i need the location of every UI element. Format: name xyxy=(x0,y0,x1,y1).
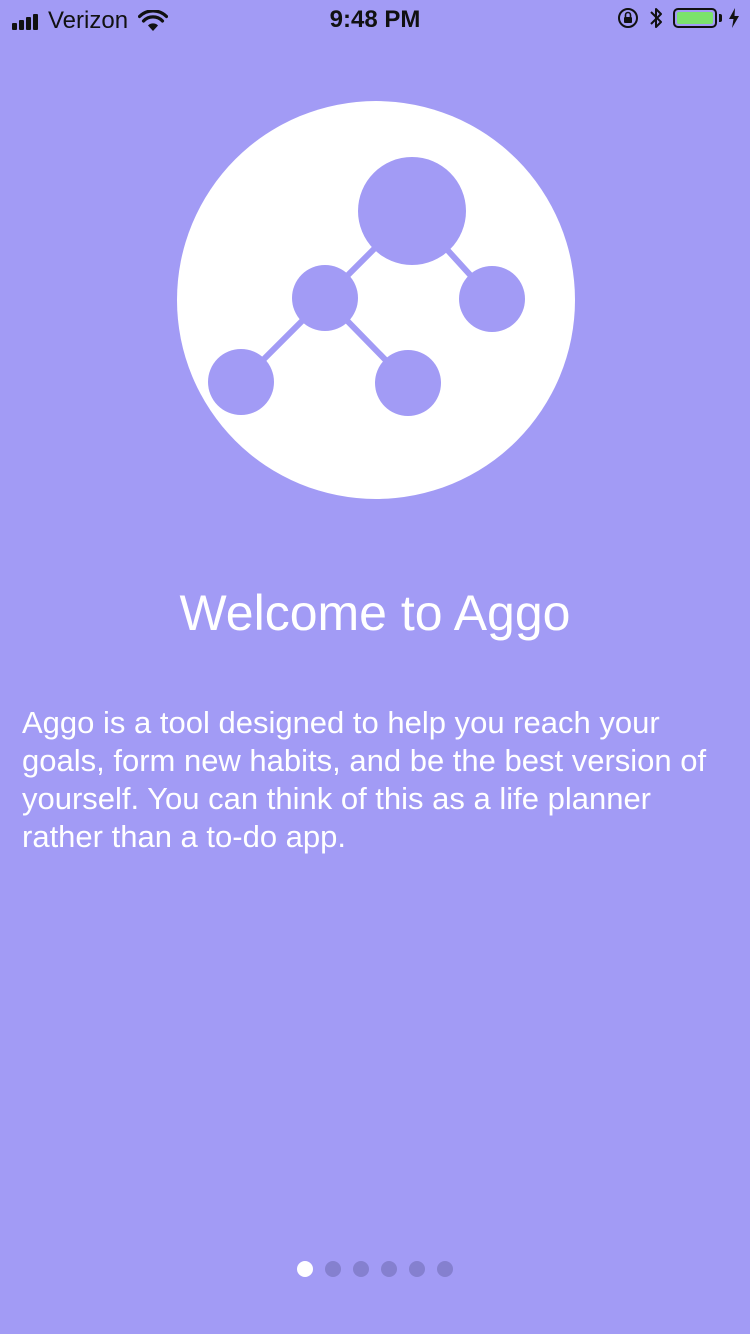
page-dot-2[interactable] xyxy=(325,1261,341,1277)
status-bar: Verizon 9:48 PM xyxy=(0,0,750,40)
logo-node-left-leaf xyxy=(208,349,274,415)
page-title: Welcome to Aggo xyxy=(179,585,571,641)
onboarding-screen: Verizon 9:48 PM Welcome to Aggo Aggo is … xyxy=(0,0,750,1334)
logo-node-mid xyxy=(292,265,358,331)
battery-level xyxy=(677,12,713,24)
battery-cap xyxy=(719,14,722,22)
page-indicator[interactable] xyxy=(0,1261,750,1277)
page-dot-6[interactable] xyxy=(437,1261,453,1277)
onboarding-description: Aggo is a tool designed to help you reac… xyxy=(22,705,707,854)
bluetooth-icon xyxy=(650,8,662,28)
page-dot-1[interactable] xyxy=(297,1261,313,1277)
logo-node-root xyxy=(358,157,466,265)
orientation-lock-icon xyxy=(618,8,638,28)
status-right xyxy=(607,6,740,30)
app-logo xyxy=(177,101,575,499)
charging-bolt-icon xyxy=(729,8,739,28)
logo-node-right xyxy=(459,266,525,332)
page-dot-3[interactable] xyxy=(353,1261,369,1277)
logo-node-mid-leaf xyxy=(375,350,441,416)
page-dot-5[interactable] xyxy=(409,1261,425,1277)
page-dot-4[interactable] xyxy=(381,1261,397,1277)
node-tree-icon xyxy=(177,101,575,499)
battery-icon xyxy=(673,8,717,28)
